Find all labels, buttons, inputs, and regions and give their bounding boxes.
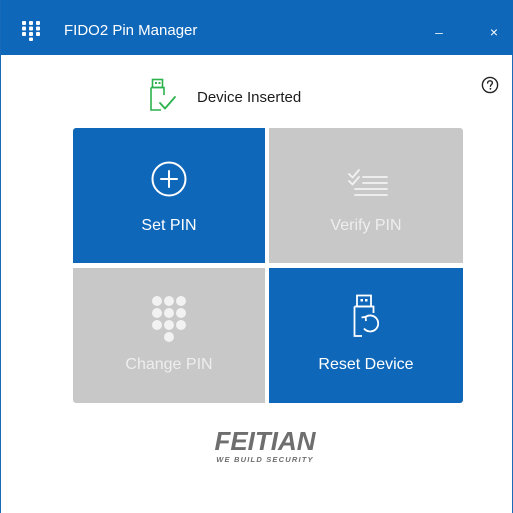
keypad-grid-icon bbox=[22, 21, 40, 41]
svg-text:FEITIAN: FEITIAN bbox=[214, 426, 316, 456]
keypad-icon bbox=[152, 296, 186, 342]
feitian-logo: FEITIAN WE BUILD SECURITY bbox=[214, 426, 316, 464]
device-status-text: Device Inserted bbox=[197, 89, 302, 106]
question-circle-icon[interactable] bbox=[481, 76, 499, 94]
close-button[interactable]: × bbox=[480, 18, 508, 46]
svg-text:WE BUILD SECURITY: WE BUILD SECURITY bbox=[216, 455, 313, 464]
change-pin-button[interactable]: Change PIN bbox=[73, 268, 265, 403]
usb-key-check-icon bbox=[150, 78, 176, 111]
set-pin-button[interactable]: Set PIN bbox=[73, 128, 265, 263]
verify-pin-label: Verify PIN bbox=[330, 217, 402, 234]
reset-device-button[interactable]: Reset Device bbox=[269, 268, 463, 403]
minimize-button[interactable]: – bbox=[425, 18, 453, 46]
change-pin-label: Change PIN bbox=[125, 356, 213, 373]
window-title: FIDO2 Pin Manager bbox=[64, 22, 198, 39]
verify-pin-button[interactable]: Verify PIN bbox=[269, 128, 463, 263]
reset-device-label: Reset Device bbox=[318, 356, 414, 373]
set-pin-label: Set PIN bbox=[141, 217, 197, 234]
app-window: FIDO2 Pin Manager – × Device Inserted Se… bbox=[0, 0, 513, 513]
checklist-icon bbox=[348, 169, 388, 196]
usb-reset-icon bbox=[353, 294, 379, 337]
title-bar[interactable]: FIDO2 Pin Manager – × bbox=[1, 0, 513, 55]
plus-circle-icon bbox=[151, 161, 187, 197]
